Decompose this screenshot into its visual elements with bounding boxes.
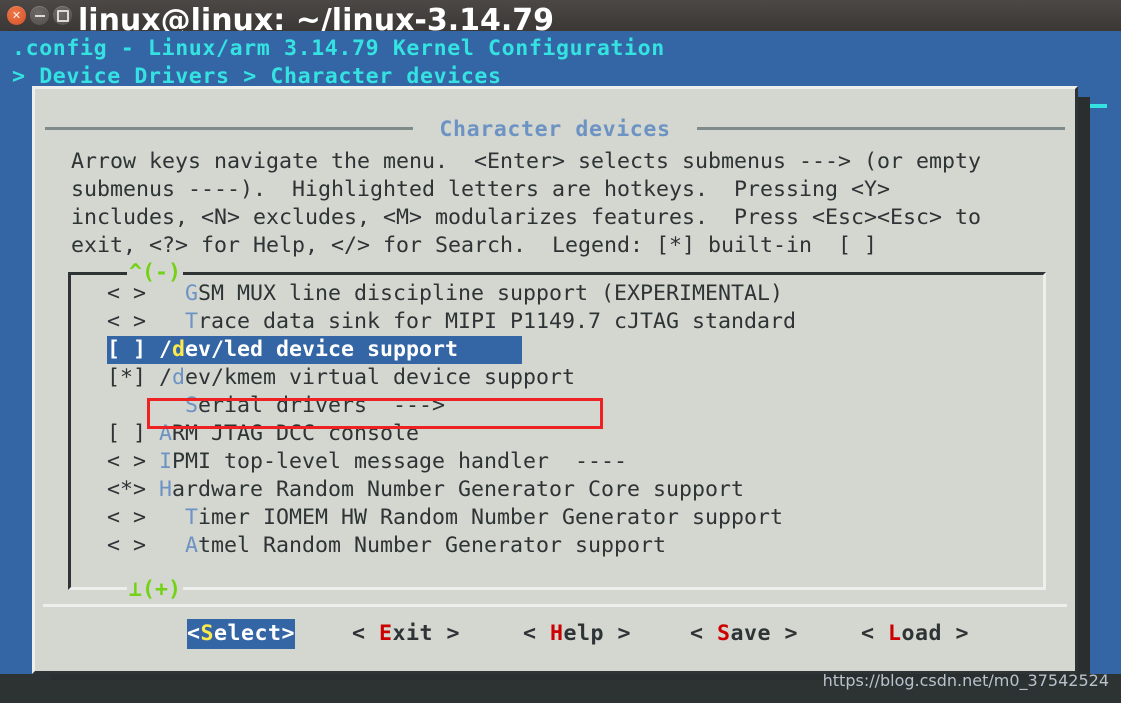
window-title: linux@linux: ~/linux-3.14.79 bbox=[78, 3, 555, 32]
dialog-help-text: Arrow keys navigate the menu. <Enter> se… bbox=[71, 149, 982, 258]
menu-item-state bbox=[107, 393, 185, 418]
menu-item-hotkey: H bbox=[159, 477, 173, 502]
button-bracket-right: > bbox=[281, 621, 296, 646]
button-hotkey: S bbox=[200, 621, 215, 646]
menu-item-label: ev/kmem virtual device support bbox=[185, 365, 576, 390]
page-title: .config - Linux/arm 3.14.79 Kernel Confi… bbox=[12, 36, 665, 61]
menu-item-state: [ ] bbox=[107, 421, 160, 446]
menu-item-label: ev/led device support bbox=[185, 337, 459, 362]
menu-item-label: race data sink for MIPI P1149.7 cJTAG st… bbox=[198, 309, 797, 334]
menu-list-box: < > GSM MUX line discipline support (EXP… bbox=[68, 272, 1046, 590]
button-bracket-right: > bbox=[604, 621, 632, 646]
help-button[interactable]: < Help > bbox=[523, 619, 631, 649]
button-bracket-left: < bbox=[523, 621, 551, 646]
menu-list[interactable]: < > GSM MUX line discipline support (EXP… bbox=[107, 280, 1012, 560]
menu-item[interactable]: < > Timer IOMEM HW Random Number Generat… bbox=[107, 504, 1012, 532]
button-bracket-right: > bbox=[433, 621, 461, 646]
exit-button[interactable]: < Exit > bbox=[352, 619, 460, 649]
character-devices-dialog: Character devices Arrow keys navigate th… bbox=[32, 86, 1078, 674]
menu-item[interactable]: [*] /dev/kmem virtual device support bbox=[107, 364, 1012, 392]
button-label: oad bbox=[901, 621, 943, 646]
menu-item[interactable]: [ ] /dev/led device support bbox=[107, 336, 522, 364]
button-label: elect bbox=[214, 621, 282, 646]
menu-item-label: RM JTAG DCC console bbox=[172, 421, 420, 446]
menu-item[interactable]: < > Trace data sink for MIPI P1149.7 cJT… bbox=[107, 308, 1012, 336]
menu-item-label: imer IOMEM HW Random Number Generator su… bbox=[198, 505, 784, 530]
menu-item-state: <*> bbox=[107, 477, 160, 502]
dialog-button-bar: <Select> < Exit > < Help > < Save > < Load > bbox=[35, 619, 1075, 649]
menu-item-state: [*] / bbox=[107, 365, 173, 390]
menu-item[interactable]: < > GSM MUX line discipline support (EXP… bbox=[107, 280, 1012, 308]
menu-item-hotkey: S bbox=[185, 393, 199, 418]
save-button[interactable]: < Save > bbox=[690, 619, 798, 649]
button-bracket-left: < bbox=[690, 621, 718, 646]
menu-item-label: ardware Random Number Generator Core sup… bbox=[172, 477, 745, 502]
maximize-icon[interactable] bbox=[53, 6, 72, 25]
menu-item-state: < > bbox=[107, 533, 186, 558]
menu-item-hotkey: T bbox=[185, 505, 199, 530]
menu-item-label: erial drivers ---> bbox=[198, 393, 446, 418]
menu-item[interactable]: <*> Hardware Random Number Generator Cor… bbox=[107, 476, 1012, 504]
menu-item-state: < > bbox=[107, 449, 160, 474]
menu-item[interactable]: < > Atmel Random Number Generator suppor… bbox=[107, 532, 1012, 560]
window-title-bar: ✕ linux@linux: ~/linux-3.14.79 bbox=[0, 0, 1121, 32]
menu-item-hotkey: G bbox=[185, 281, 199, 306]
select-button[interactable]: <Select> bbox=[187, 619, 296, 649]
button-bracket-left: < bbox=[352, 621, 380, 646]
menu-item-label: PMI top-level message handler ---- bbox=[172, 449, 628, 474]
menu-item-hotkey: I bbox=[159, 449, 173, 474]
menu-item-state: < > bbox=[107, 505, 186, 530]
button-bracket-left: < bbox=[187, 621, 201, 646]
menu-item-state: < > bbox=[107, 309, 186, 334]
window-controls: ✕ bbox=[7, 6, 72, 25]
menu-item[interactable]: [ ] ARM JTAG DCC console bbox=[107, 420, 1012, 448]
button-hotkey: H bbox=[550, 621, 564, 646]
menu-item-label: SM MUX line discipline support (EXPERIME… bbox=[198, 281, 784, 306]
scroll-up-indicator[interactable]: ^(-) bbox=[127, 262, 184, 283]
menu-item-hotkey: A bbox=[159, 421, 173, 446]
scroll-down-indicator[interactable]: ⊥(+) bbox=[127, 579, 184, 600]
menu-item-hotkey: T bbox=[185, 309, 199, 334]
button-label: xit bbox=[392, 621, 434, 646]
terminal-window: ✕ linux@linux: ~/linux-3.14.79 .config -… bbox=[0, 0, 1121, 703]
menu-item-hotkey: A bbox=[185, 533, 199, 558]
watermark: https://blog.csdn.net/m0_37542524 bbox=[822, 671, 1109, 690]
menu-item-label: tmel Random Number Generator support bbox=[198, 533, 667, 558]
button-hotkey: L bbox=[888, 621, 902, 646]
button-label: elp bbox=[563, 621, 605, 646]
minimize-icon[interactable] bbox=[30, 6, 49, 25]
menuconfig-screen: .config - Linux/arm 3.14.79 Kernel Confi… bbox=[0, 31, 1121, 680]
dialog-title: Character devices bbox=[439, 117, 671, 142]
close-icon[interactable]: ✕ bbox=[7, 6, 26, 25]
button-label: ave bbox=[730, 621, 772, 646]
button-bar-separator bbox=[43, 604, 1067, 607]
menu-item-state: [ ] / bbox=[107, 337, 173, 362]
button-hotkey: E bbox=[379, 621, 393, 646]
menu-item-hotkey: d bbox=[172, 337, 186, 362]
button-bracket-left: < bbox=[861, 621, 889, 646]
load-button[interactable]: < Load > bbox=[861, 619, 969, 649]
button-hotkey: S bbox=[717, 621, 731, 646]
button-bracket-right: > bbox=[942, 621, 970, 646]
menu-item[interactable]: Serial drivers ---> bbox=[107, 392, 1012, 420]
menu-item[interactable]: < > IPMI top-level message handler ---- bbox=[107, 448, 1012, 476]
button-bracket-right: > bbox=[771, 621, 799, 646]
menu-item-hotkey: d bbox=[172, 365, 186, 390]
